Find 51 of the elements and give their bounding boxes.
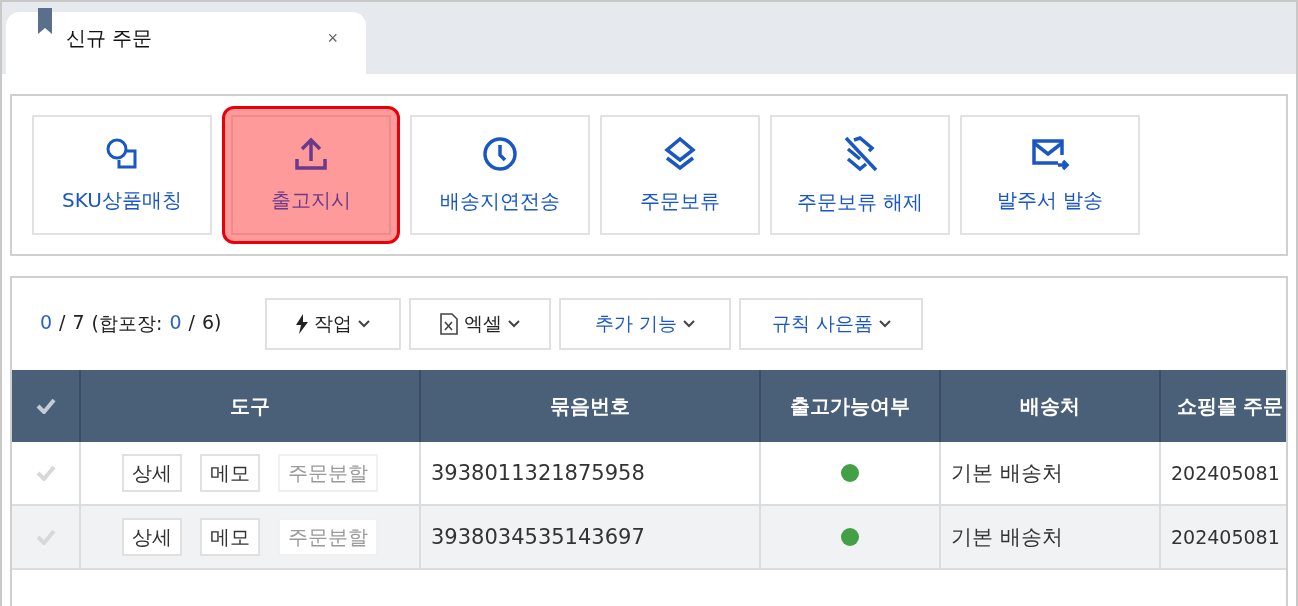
row-action-button[interactable]: 상세 bbox=[122, 518, 182, 556]
action-button[interactable]: SKU상품매칭 bbox=[32, 115, 212, 235]
select-all-header[interactable] bbox=[12, 370, 81, 442]
row-action-button[interactable]: 상세 bbox=[122, 454, 182, 492]
lightning-icon bbox=[296, 314, 309, 334]
shipping-location: 기본 배송처 bbox=[951, 524, 1063, 551]
dropdown-button[interactable]: 작업 bbox=[265, 298, 402, 350]
row-checkbox[interactable] bbox=[35, 529, 56, 545]
bundle-selected-count: 0 bbox=[169, 311, 182, 335]
action-button[interactable]: 주문보류 bbox=[600, 115, 760, 235]
spreadsheet-file-icon bbox=[440, 313, 459, 335]
mail-send-icon bbox=[1030, 136, 1070, 171]
clock-icon bbox=[482, 135, 518, 172]
bundle-number: 3938034535143697 bbox=[431, 525, 645, 549]
chevron-down-icon bbox=[508, 320, 521, 328]
shipping-location: 기본 배송처 bbox=[951, 460, 1063, 487]
chevron-down-icon bbox=[683, 320, 696, 328]
upload-icon bbox=[293, 136, 329, 171]
separator: / bbox=[59, 311, 66, 335]
action-button[interactable]: 배송지연전송 bbox=[410, 115, 590, 235]
total-count: 7 bbox=[72, 311, 85, 335]
bundle-number: 3938011321875958 bbox=[431, 461, 645, 485]
column-header: 출고가능여부 bbox=[761, 370, 941, 442]
check-icon bbox=[35, 398, 56, 414]
bookmark-icon bbox=[38, 8, 52, 34]
row-checkbox[interactable] bbox=[35, 465, 56, 481]
action-button[interactable]: 출고지시 bbox=[231, 115, 391, 235]
bundle-total-count: 6) bbox=[201, 311, 222, 335]
shop-order-number: 202405081 bbox=[1171, 462, 1280, 484]
column-header: 묶음번호 bbox=[421, 370, 761, 442]
action-button[interactable]: 발주서 발송 bbox=[960, 115, 1140, 235]
layers-icon bbox=[663, 135, 697, 172]
layers-off-icon bbox=[842, 134, 878, 173]
column-header: 도구 bbox=[81, 370, 421, 442]
shapes-icon bbox=[105, 136, 139, 171]
chevron-down-icon bbox=[878, 320, 891, 328]
row-action-button[interactable]: 메모 bbox=[200, 518, 260, 556]
dropdown-button[interactable]: 규칙 사은품 bbox=[739, 298, 924, 350]
close-button[interactable]: × bbox=[327, 27, 338, 49]
dropdown-button[interactable]: 엑셀 bbox=[409, 298, 552, 350]
column-header: 쇼핑몰 주문 bbox=[1161, 370, 1286, 442]
action-button[interactable]: 주문보류 해제 bbox=[770, 115, 950, 235]
selected-count: 0 bbox=[40, 311, 53, 335]
shop-order-number: 202405081 bbox=[1171, 526, 1280, 548]
chevron-down-icon bbox=[358, 320, 371, 328]
tab-title: 신규 주문 bbox=[66, 24, 153, 52]
bundle-label: (합포장: bbox=[91, 311, 163, 336]
column-header: 배송처 bbox=[941, 370, 1161, 442]
separator: / bbox=[188, 311, 195, 335]
dropdown-button[interactable]: 추가 기능 bbox=[559, 298, 732, 350]
row-action-button[interactable]: 메모 bbox=[200, 454, 260, 492]
